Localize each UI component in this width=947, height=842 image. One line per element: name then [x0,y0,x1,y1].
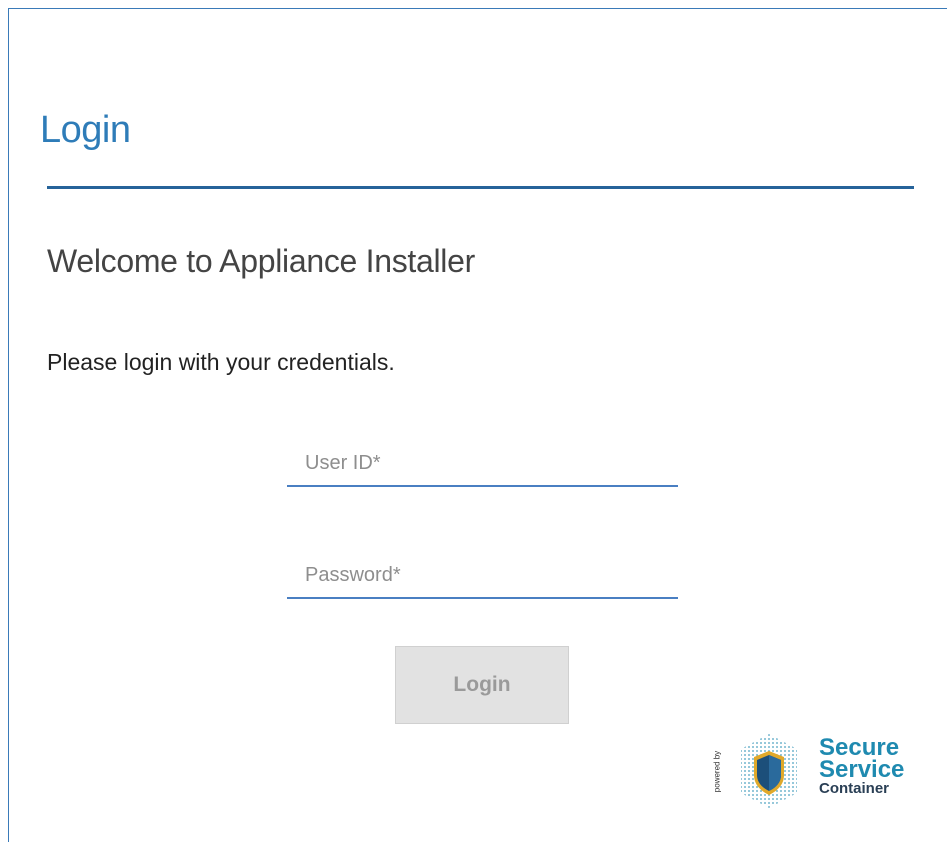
login-button[interactable]: Login [395,646,569,724]
secure-service-container-logo: powered by Secure Service Container [707,731,925,811]
login-panel: Login Welcome to Appliance Installer Ple… [8,8,947,842]
user-id-input[interactable] [287,441,678,485]
brand-line-container: Container [819,780,890,797]
welcome-heading: Welcome to Appliance Installer [47,243,475,279]
powered-by-text: powered by [712,750,722,793]
brand-line-service: Service [819,756,905,783]
powered-by-label: powered by [707,737,727,807]
shield-icon [741,734,797,808]
password-field-container [287,553,678,599]
page-title: Login [40,109,131,151]
password-input[interactable] [287,553,678,597]
user-id-field-container [287,441,678,487]
brand-wordmark: Secure Service Container [819,736,905,797]
login-instructions: Please login with your credentials. [47,349,395,375]
title-divider [47,186,914,189]
